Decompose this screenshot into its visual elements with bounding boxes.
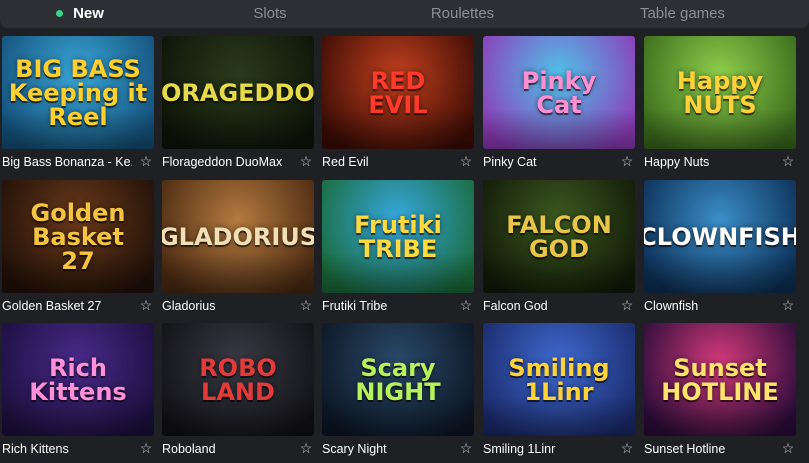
game-title: Clownfish [644,299,699,313]
tab-roulettes[interactable]: Roulettes [395,0,530,28]
tab-slots[interactable]: Slots [205,0,335,28]
favorite-star-icon[interactable]: ☆ [458,439,474,457]
active-indicator-dot [56,9,64,17]
favorite-star-icon[interactable]: ☆ [138,296,154,314]
favorite-star-icon[interactable]: ☆ [458,152,474,170]
game-thumbnail[interactable]: BIG BASS Keeping it Reel [2,36,154,149]
game-logo: Happy NUTS [676,66,764,119]
favorite-star-icon[interactable]: ☆ [619,439,635,457]
tab-label: Slots [253,5,287,22]
game-logo: Sunset HOTLINE [661,353,779,406]
tab-table-games[interactable]: Table games [600,0,765,28]
game-title: Golden Basket 27 [2,299,102,313]
tab-label: New [73,5,104,22]
game-card[interactable]: Rich Kittens Rich Kittens ☆ [2,323,154,460]
game-card[interactable]: Pinky Cat Pinky Cat ☆ [483,36,635,173]
game-logo: GLADORIUS [162,222,314,251]
game-title: Scary Night [322,442,387,456]
favorite-star-icon[interactable]: ☆ [298,296,314,314]
tab-label: Roulettes [430,5,495,22]
favorite-star-icon[interactable]: ☆ [619,296,635,314]
game-logo: RED EVIL [368,66,428,119]
game-title: Smiling 1Linr [483,442,556,456]
game-title: Gladorius [162,299,216,313]
tab-new[interactable]: New [20,0,140,28]
game-thumbnail[interactable]: CLOWNFISH [644,180,796,293]
category-tab-bar: New Slots Roulettes Table games [0,0,809,28]
favorite-star-icon[interactable]: ☆ [298,439,314,457]
game-thumbnail[interactable]: Sunset HOTLINE [644,323,796,436]
game-card[interactable]: ROBO LAND Roboland ☆ [162,323,314,460]
game-logo: Scary NIGHT [355,353,441,406]
game-logo: ROBO LAND [199,353,277,406]
favorite-star-icon[interactable]: ☆ [780,439,796,457]
game-thumbnail[interactable]: Happy NUTS [644,36,796,149]
game-thumbnail[interactable]: Scary NIGHT [322,323,474,436]
game-logo: FLORAGEDDON! [162,78,314,107]
game-logo: Golden Basket 27 [30,198,126,275]
game-card[interactable]: Sunset HOTLINE Sunset Hotline ☆ [644,323,796,460]
game-card[interactable]: Scary NIGHT Scary Night ☆ [322,323,474,460]
game-card[interactable]: GLADORIUS Gladorius ☆ [162,180,314,317]
favorite-star-icon[interactable]: ☆ [619,152,635,170]
game-title: Happy Nuts [644,155,710,169]
game-thumbnail[interactable]: Rich Kittens [2,323,154,436]
game-card[interactable]: Smiling 1Linr Smiling 1Linr ☆ [483,323,635,460]
game-logo: FALCON GOD [506,210,612,263]
game-title: Big Bass Bonanza - Ke... [2,155,132,169]
game-title: Red Evil [322,155,369,169]
favorite-star-icon[interactable]: ☆ [780,152,796,170]
game-title: Florageddon DuoMax [162,155,283,169]
game-card[interactable]: Golden Basket 27 Golden Basket 27 ☆ [2,180,154,317]
game-thumbnail[interactable]: GLADORIUS [162,180,314,293]
favorite-star-icon[interactable]: ☆ [138,439,154,457]
game-title: Roboland [162,442,216,456]
game-title: Frutiki Tribe [322,299,388,313]
tab-label: Table games [639,5,726,22]
game-thumbnail[interactable]: ROBO LAND [162,323,314,436]
game-thumbnail[interactable]: Smiling 1Linr [483,323,635,436]
favorite-star-icon[interactable]: ☆ [138,152,154,170]
favorite-star-icon[interactable]: ☆ [298,152,314,170]
game-title: Rich Kittens [2,442,69,456]
favorite-star-icon[interactable]: ☆ [458,296,474,314]
game-card[interactable]: Happy NUTS Happy Nuts ☆ [644,36,796,173]
game-logo: Smiling 1Linr [508,353,610,406]
favorite-star-icon[interactable]: ☆ [780,296,796,314]
game-logo: Rich Kittens [29,353,127,406]
game-title: Falcon God [483,299,548,313]
game-thumbnail[interactable]: Frutiki TRIBE [322,180,474,293]
game-title: Pinky Cat [483,155,537,169]
game-thumbnail[interactable]: FALCON GOD [483,180,635,293]
game-logo: Pinky Cat [521,66,597,119]
game-logo: Frutiki TRIBE [354,210,442,263]
game-card[interactable]: Frutiki TRIBE Frutiki Tribe ☆ [322,180,474,317]
game-thumbnail[interactable]: Pinky Cat [483,36,635,149]
game-thumbnail[interactable]: FLORAGEDDON! [162,36,314,149]
game-card[interactable]: FLORAGEDDON! Florageddon DuoMax ☆ [162,36,314,173]
game-card[interactable]: CLOWNFISH Clownfish ☆ [644,180,796,317]
game-logo: BIG BASS Keeping it Reel [8,54,148,131]
game-thumbnail[interactable]: Golden Basket 27 [2,180,154,293]
game-logo: CLOWNFISH [644,222,796,251]
game-card[interactable]: FALCON GOD Falcon God ☆ [483,180,635,317]
game-title: Sunset Hotline [644,442,726,456]
game-thumbnail[interactable]: RED EVIL [322,36,474,149]
game-card[interactable]: BIG BASS Keeping it Reel Big Bass Bonanza… [2,36,154,173]
game-card[interactable]: RED EVIL Red Evil ☆ [322,36,474,173]
